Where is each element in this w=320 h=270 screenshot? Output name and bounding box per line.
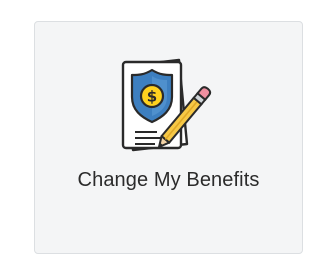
page: $ Change My Benefits [0, 0, 307, 270]
change-my-benefits-tile[interactable]: $ Change My Benefits [34, 21, 303, 254]
benefits-document-shield-pencil-icon: $ [121, 58, 212, 152]
tile-label: Change My Benefits [77, 169, 260, 191]
svg-text:$: $ [147, 88, 157, 106]
